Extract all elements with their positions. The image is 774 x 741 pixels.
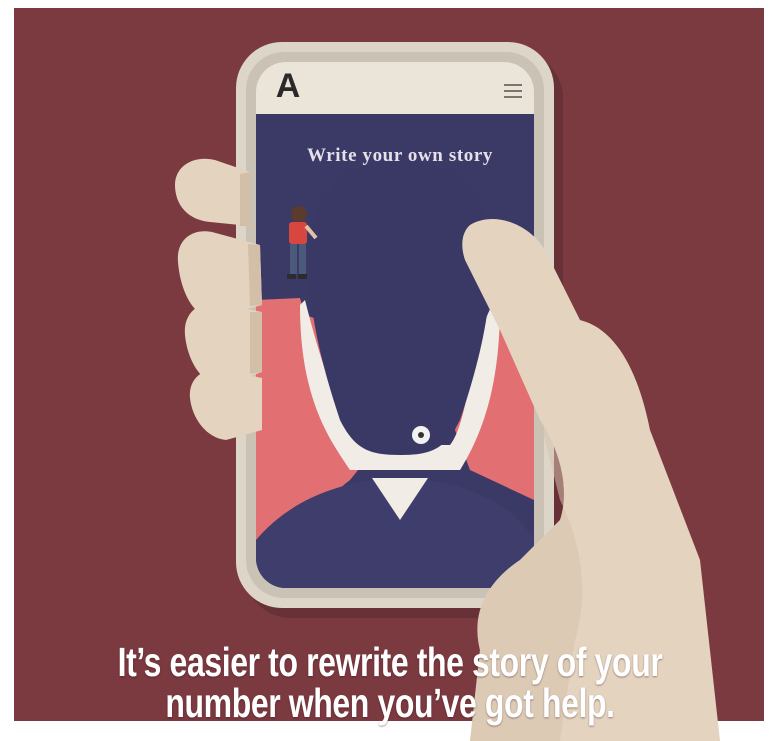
finger-2-shade <box>248 244 262 306</box>
brand-logo: A <box>275 67 301 105</box>
phone-screen <box>256 62 534 588</box>
illustration-art <box>0 0 774 741</box>
caption-line-1: It’s easier to rewrite the story of your <box>117 639 663 685</box>
finger-3-shade <box>250 312 262 374</box>
caption-line-2: number when you’ve got help. <box>165 680 615 726</box>
hamburger-menu-icon <box>504 84 522 98</box>
screen-title: Write your own story <box>307 145 493 166</box>
finger-1-shade <box>240 172 250 226</box>
ball-patch <box>418 432 424 438</box>
illustration: A Write your own story It’s easier to re… <box>0 0 774 741</box>
